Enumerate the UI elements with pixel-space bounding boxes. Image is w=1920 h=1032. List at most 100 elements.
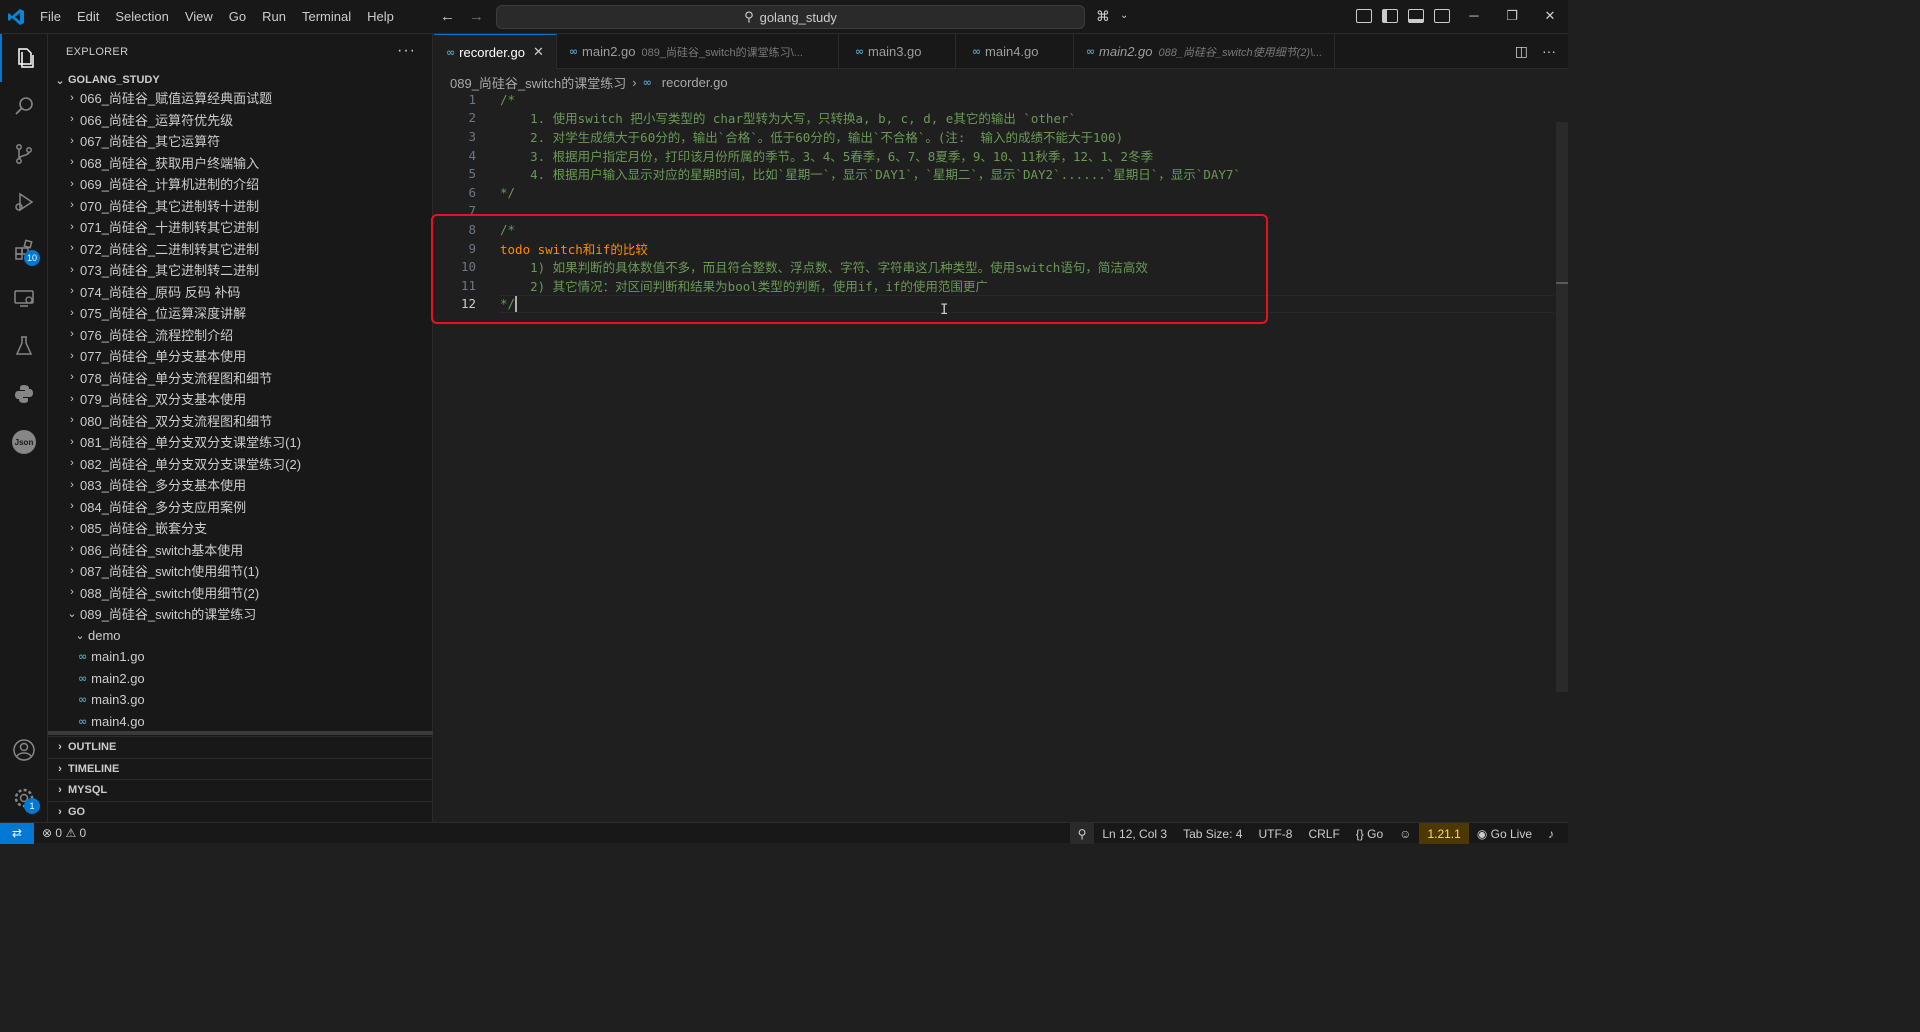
- section-go[interactable]: › GO: [48, 800, 433, 823]
- tree-folder[interactable]: › 070_尚硅谷_其它进制转十进制: [48, 195, 433, 217]
- code-line: 5 4. 根据用户输入显示对应的星期时间，比如`星期一`，显示`DAY1`，`星…: [434, 164, 1554, 183]
- tree-file-main2[interactable]: ∞ main2.go: [48, 668, 433, 690]
- tab-main3[interactable]: ∞ main3.go: [839, 34, 956, 69]
- remote-indicator-icon[interactable]: ⇄: [0, 822, 34, 844]
- line-ending[interactable]: CRLF: [1300, 823, 1347, 844]
- encoding[interactable]: UTF-8: [1250, 823, 1300, 844]
- tree-folder[interactable]: › 086_尚硅谷_switch基本使用: [48, 539, 433, 561]
- tree-folder[interactable]: › 076_尚硅谷_流程控制介绍: [48, 324, 433, 346]
- tree-folder[interactable]: › 073_尚硅谷_其它进制转二进制: [48, 259, 433, 281]
- tab-main2-089[interactable]: ∞ main2.go 089_尚硅谷_switch的课堂练习\...: [557, 34, 839, 69]
- json-icon[interactable]: Json: [0, 418, 48, 466]
- remote-explorer-icon[interactable]: [0, 274, 48, 322]
- tree-folder[interactable]: › 068_尚硅谷_获取用户终端输入: [48, 152, 433, 174]
- tree-folder[interactable]: › 080_尚硅谷_双分支流程图和细节: [48, 410, 433, 432]
- split-editor-icon[interactable]: ◫: [1515, 43, 1528, 60]
- menu-file[interactable]: File: [32, 0, 69, 34]
- tree-folder[interactable]: › 078_尚硅谷_单分支流程图和细节: [48, 367, 433, 389]
- tree-file-main4[interactable]: ∞ main4.go: [48, 711, 433, 733]
- python-icon[interactable]: [0, 370, 48, 418]
- tree-folder[interactable]: › 083_尚硅谷_多分支基本使用: [48, 474, 433, 496]
- notifications-bell-icon[interactable]: ♪: [1540, 823, 1562, 844]
- zoom-icon[interactable]: ⚲: [1069, 823, 1095, 844]
- forward-arrow-icon[interactable]: →: [469, 8, 484, 25]
- problems-indicator[interactable]: ⊗ 0 ⚠ 0: [34, 823, 94, 844]
- chevron-down-icon: ⌄: [1120, 10, 1129, 21]
- close-tab-icon[interactable]: ✕: [533, 44, 544, 60]
- menu-view[interactable]: View: [177, 0, 221, 34]
- settings-gear-icon[interactable]: 1: [0, 774, 48, 822]
- copilot-menu[interactable]: ⌘ ⌄: [1096, 8, 1128, 25]
- section-label: MYSQL: [68, 784, 108, 797]
- tree-folder[interactable]: › 075_尚硅谷_位运算深度讲解: [48, 302, 433, 324]
- tree-folder-open[interactable]: ⌄ 089_尚硅谷_switch的课堂练习: [48, 603, 433, 625]
- tree-folder[interactable]: › 087_尚硅谷_switch使用细节(1): [48, 560, 433, 582]
- minimize-icon[interactable]: ─: [1455, 0, 1493, 34]
- section-mysql[interactable]: › MYSQL: [48, 779, 433, 801]
- tree-folder[interactable]: › 085_尚硅谷_嵌套分支: [48, 517, 433, 539]
- menu-help[interactable]: Help: [359, 0, 402, 34]
- tab-recorder[interactable]: ∞ recorder.go ✕: [434, 34, 557, 69]
- command-center-search[interactable]: ⚲ golang_study: [496, 5, 1085, 29]
- tab-size[interactable]: Tab Size: 4: [1175, 823, 1250, 844]
- sidebar-scrollbar[interactable]: [48, 731, 433, 735]
- close-window-icon[interactable]: ✕: [1531, 0, 1569, 34]
- editor-scrollbar[interactable]: [1556, 122, 1568, 692]
- go-version[interactable]: 1.21.1: [1419, 823, 1469, 844]
- scrollbar-cursor-marker: [1556, 282, 1568, 284]
- chevron-right-icon: ›: [70, 414, 74, 427]
- toggle-panel-icon[interactable]: [1408, 9, 1424, 23]
- toggle-secondary-sidebar-icon[interactable]: [1434, 9, 1450, 23]
- breadcrumb-folder[interactable]: 089_尚硅谷_switch的课堂练习: [450, 73, 626, 92]
- customize-layout-icon[interactable]: [1356, 9, 1372, 23]
- section-timeline[interactable]: › TIMELINE: [48, 757, 433, 780]
- line-number: 2: [468, 110, 476, 126]
- back-arrow-icon[interactable]: ←: [440, 8, 455, 25]
- line-text: 1. 使用switch 把小写类型的 char型转为大写，只转换a, b, c,…: [500, 111, 1077, 127]
- tab-main2-088[interactable]: ∞ main2.go 088_尚硅谷_switch使用细节(2)\...: [1074, 34, 1336, 69]
- tree-file-main3[interactable]: ∞ main3.go: [48, 689, 433, 711]
- run-debug-icon[interactable]: [0, 178, 48, 226]
- more-actions-icon[interactable]: ···: [397, 42, 416, 60]
- restore-icon[interactable]: ❐: [1493, 0, 1531, 34]
- menu-terminal[interactable]: Terminal: [294, 0, 359, 34]
- chevron-right-icon: ›: [70, 91, 74, 104]
- search-view-icon[interactable]: [0, 82, 48, 130]
- toggle-primary-sidebar-icon[interactable]: [1382, 9, 1398, 23]
- tree-folder[interactable]: › 077_尚硅谷_单分支基本使用: [48, 345, 433, 367]
- tree-folder[interactable]: › 071_尚硅谷_十进制转其它进制: [48, 216, 433, 238]
- tree-folder[interactable]: › 066_尚硅谷_赋值运算经典面试题: [48, 87, 433, 109]
- tree-folder[interactable]: › 066_尚硅谷_运算符优先级: [48, 109, 433, 131]
- tree-folder[interactable]: › 067_尚硅谷_其它运算符: [48, 130, 433, 152]
- tree-file-main1[interactable]: ∞ main1.go: [48, 646, 433, 668]
- go-live-button[interactable]: ◉ Go Live: [1469, 823, 1540, 844]
- tab-main4[interactable]: ∞ main4.go: [956, 34, 1074, 69]
- tree-folder[interactable]: › 074_尚硅谷_原码 反码 补码: [48, 281, 433, 303]
- tree-folder[interactable]: › 079_尚硅谷_双分支基本使用: [48, 388, 433, 410]
- tree-folder[interactable]: › 082_尚硅谷_单分支双分支课堂练习(2): [48, 453, 433, 475]
- tree-folder[interactable]: › 088_尚硅谷_switch使用细节(2): [48, 582, 433, 604]
- more-actions-icon[interactable]: ···: [1542, 43, 1556, 60]
- menu-edit[interactable]: Edit: [69, 0, 107, 34]
- breadcrumb-file[interactable]: recorder.go: [662, 75, 728, 90]
- tree-folder[interactable]: › 084_尚硅谷_多分支应用案例: [48, 496, 433, 518]
- tree-folder[interactable]: › 072_尚硅谷_二进制转其它进制: [48, 238, 433, 260]
- copilot-status-icon[interactable]: ☺: [1391, 823, 1419, 844]
- accounts-icon[interactable]: [0, 726, 48, 774]
- testing-icon[interactable]: [0, 322, 48, 370]
- code-line: 8 /*: [434, 220, 1554, 239]
- code-editor[interactable]: 1 /* 2 1. 使用switch 把小写类型的 char型转为大写，只转换a, …: [434, 90, 1554, 314]
- tree-folder[interactable]: › 081_尚硅谷_单分支双分支课堂练习(1): [48, 431, 433, 453]
- cursor-position[interactable]: Ln 12, Col 3: [1094, 823, 1175, 844]
- section-outline[interactable]: › OUTLINE: [48, 736, 433, 758]
- language-mode[interactable]: {} Go: [1348, 823, 1391, 844]
- source-control-icon[interactable]: [0, 130, 48, 178]
- tree-folder[interactable]: › 069_尚硅谷_计算机进制的介绍: [48, 173, 433, 195]
- window-controls: ─ ❐ ✕: [1455, 0, 1569, 34]
- menu-run[interactable]: Run: [254, 0, 294, 34]
- explorer-icon[interactable]: [0, 34, 48, 82]
- extensions-icon[interactable]: 10: [0, 226, 48, 274]
- menu-go[interactable]: Go: [221, 0, 254, 34]
- menu-selection[interactable]: Selection: [107, 0, 176, 34]
- tree-folder-demo[interactable]: ⌄ demo: [48, 625, 433, 647]
